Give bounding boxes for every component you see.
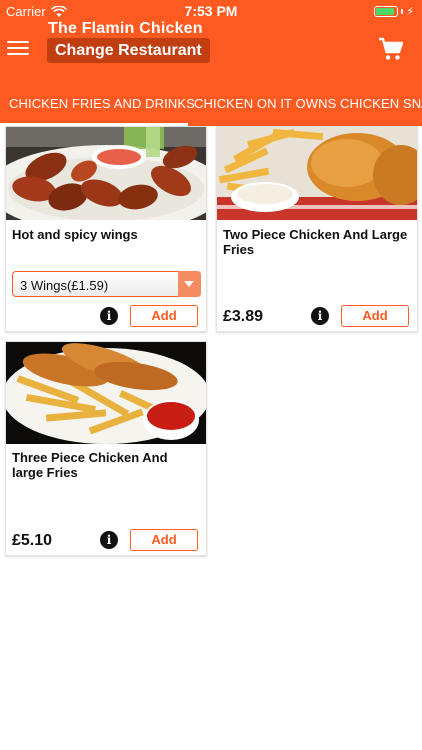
add-button[interactable]: Add: [341, 305, 409, 327]
add-button[interactable]: Add: [130, 305, 198, 327]
tab-chicken-snacks[interactable]: CHICKEN SNA: [340, 96, 422, 111]
select-value: 3 Wings(£1.59): [20, 278, 109, 293]
product-price: £3.89: [223, 308, 264, 325]
change-restaurant-button[interactable]: Change Restaurant: [47, 38, 210, 63]
battery-group: ⚡: [374, 5, 414, 18]
product-price: £5.10: [12, 532, 53, 549]
tab-chicken-fries-and-drinks[interactable]: CHICKEN FRIES AND DRINKS: [9, 96, 195, 111]
hamburger-menu-icon[interactable]: [7, 41, 29, 55]
product-card-hot-spicy-wings: Hot and spicy wings 3 Wings(£1.59) i Add: [5, 126, 207, 332]
category-tabs: CHICKEN FRIES AND DRINKS CHICKEN ON IT O…: [0, 88, 422, 126]
chevron-down-icon: [178, 271, 201, 297]
tab-chicken-on-it-owns[interactable]: CHICKEN ON IT OWNS: [194, 96, 336, 111]
info-icon[interactable]: i: [100, 531, 118, 549]
product-title: Two Piece Chicken And Large Fries: [223, 227, 408, 257]
info-icon[interactable]: i: [100, 307, 118, 325]
restaurant-name: The Flamin Chicken: [48, 20, 203, 37]
charging-bolt-icon: ⚡: [406, 6, 414, 18]
product-card-two-piece-chicken: Two Piece Chicken And Large Fries £3.89 …: [216, 126, 418, 332]
product-image-wings[interactable]: [6, 127, 206, 220]
header: Carrier 7:53 PM ⚡ The Flamin Chicken Cha…: [0, 0, 422, 126]
battery-icon: [374, 6, 399, 17]
status-time: 7:53 PM: [184, 3, 238, 19]
cart-icon[interactable]: [378, 37, 404, 61]
app-screen: Carrier 7:53 PM ⚡ The Flamin Chicken Cha…: [0, 0, 422, 750]
product-title: Three Piece Chicken And large Fries: [12, 450, 168, 480]
status-bar: Carrier 7:53 PM ⚡: [0, 0, 422, 22]
product-title: Hot and spicy wings: [12, 227, 138, 242]
info-icon[interactable]: i: [311, 307, 329, 325]
wings-quantity-select[interactable]: 3 Wings(£1.59): [12, 271, 201, 297]
product-card-three-piece-chicken: Three Piece Chicken And large Fries £5.1…: [5, 341, 207, 556]
product-image-three-piece[interactable]: [6, 342, 206, 444]
add-button[interactable]: Add: [130, 529, 198, 551]
product-image-two-piece[interactable]: [217, 127, 417, 220]
